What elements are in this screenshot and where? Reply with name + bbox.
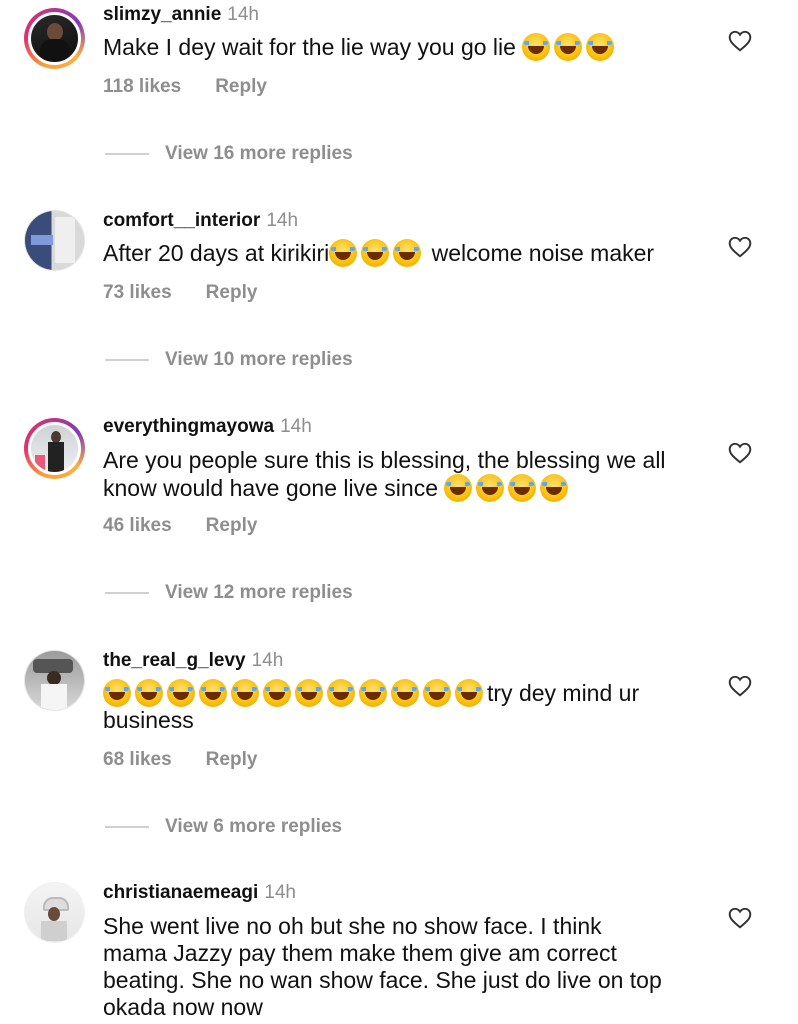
comment-time: 14h bbox=[251, 650, 284, 671]
comment-username[interactable]: everythingmayowa 14h bbox=[103, 416, 312, 438]
likes-count[interactable]: 73 likes bbox=[103, 282, 172, 303]
laughing-emoji-icon bbox=[199, 679, 227, 707]
laughing-emoji-icon bbox=[135, 679, 163, 707]
laughing-emoji-icon bbox=[231, 679, 259, 707]
comment-username[interactable]: the_real_g_levy 14h bbox=[103, 650, 283, 672]
avatar[interactable] bbox=[24, 650, 85, 711]
likes-count[interactable]: 118 likes bbox=[103, 76, 181, 97]
comment-text: Make I dey wait for the lie way you go l… bbox=[103, 33, 693, 61]
avatar[interactable] bbox=[24, 210, 85, 271]
comment-meta: 68 likes Reply bbox=[103, 749, 257, 771]
comment-time: 14h bbox=[227, 4, 259, 25]
likes-count[interactable]: 68 likes bbox=[103, 749, 172, 770]
heart-outline-icon[interactable] bbox=[727, 905, 753, 931]
comment-meta: 46 likes Reply bbox=[103, 515, 257, 537]
comment-text: She went live no oh but she no show face… bbox=[103, 913, 662, 1020]
laughing-emoji-icon bbox=[103, 679, 131, 707]
heart-outline-icon[interactable] bbox=[727, 440, 753, 466]
laughing-emoji-icon bbox=[263, 679, 291, 707]
laughing-emoji-icon bbox=[444, 474, 473, 502]
divider bbox=[105, 826, 149, 828]
view-more-replies-button[interactable]: View 10 more replies bbox=[105, 349, 353, 371]
laughing-emoji-icon bbox=[476, 474, 505, 502]
heart-outline-icon[interactable] bbox=[727, 673, 753, 699]
laughing-emoji-icon bbox=[361, 239, 390, 267]
divider bbox=[105, 592, 149, 594]
laughing-emoji-icon bbox=[327, 679, 355, 707]
comment-username[interactable]: comfort__interior 14h bbox=[103, 210, 298, 232]
divider bbox=[105, 359, 149, 361]
avatar[interactable] bbox=[24, 418, 85, 479]
comment-time: 14h bbox=[280, 416, 312, 437]
view-more-replies-button[interactable]: View 12 more replies bbox=[105, 582, 353, 604]
divider bbox=[105, 153, 149, 155]
heart-outline-icon[interactable] bbox=[727, 28, 753, 54]
comment-text: After 20 days at kirikiri welcome noise … bbox=[103, 239, 655, 267]
comment-username[interactable]: christianaemeagi 14h bbox=[103, 882, 296, 904]
view-more-replies-button[interactable]: View 16 more replies bbox=[105, 143, 353, 165]
laughing-emoji-icon bbox=[167, 679, 195, 707]
laughing-emoji-icon bbox=[423, 679, 451, 707]
laughing-emoji-icon bbox=[329, 239, 358, 267]
comment-username[interactable]: slimzy_annie 14h bbox=[103, 4, 259, 26]
laughing-emoji-icon bbox=[295, 679, 323, 707]
avatar[interactable] bbox=[24, 8, 85, 69]
laughing-emoji-icon bbox=[393, 239, 422, 267]
heart-outline-icon[interactable] bbox=[727, 234, 753, 260]
laughing-emoji-icon bbox=[508, 474, 537, 502]
view-more-replies-button[interactable]: View 6 more replies bbox=[105, 816, 342, 838]
reply-button[interactable]: Reply bbox=[206, 282, 258, 303]
laughing-emoji-icon bbox=[540, 474, 569, 502]
laughing-emoji-icon bbox=[586, 33, 615, 61]
comment-time: 14h bbox=[266, 210, 299, 231]
laughing-emoji-icon bbox=[391, 679, 419, 707]
comment-meta: 73 likes Reply bbox=[103, 282, 257, 304]
avatar[interactable] bbox=[24, 882, 85, 943]
laughing-emoji-icon bbox=[359, 679, 387, 707]
comment-time: 14h bbox=[264, 882, 296, 903]
reply-button[interactable]: Reply bbox=[206, 515, 258, 536]
comment-text: Are you people sure this is blessing, th… bbox=[103, 447, 666, 502]
likes-count[interactable]: 46 likes bbox=[103, 515, 172, 536]
comment-meta: 118 likes Reply bbox=[103, 76, 267, 98]
reply-button[interactable]: Reply bbox=[215, 76, 267, 97]
comment-text: try dey mind ur business bbox=[103, 679, 640, 733]
laughing-emoji-icon bbox=[522, 33, 551, 61]
laughing-emoji-icon bbox=[455, 679, 483, 707]
laughing-emoji-icon bbox=[554, 33, 583, 61]
reply-button[interactable]: Reply bbox=[206, 749, 258, 770]
